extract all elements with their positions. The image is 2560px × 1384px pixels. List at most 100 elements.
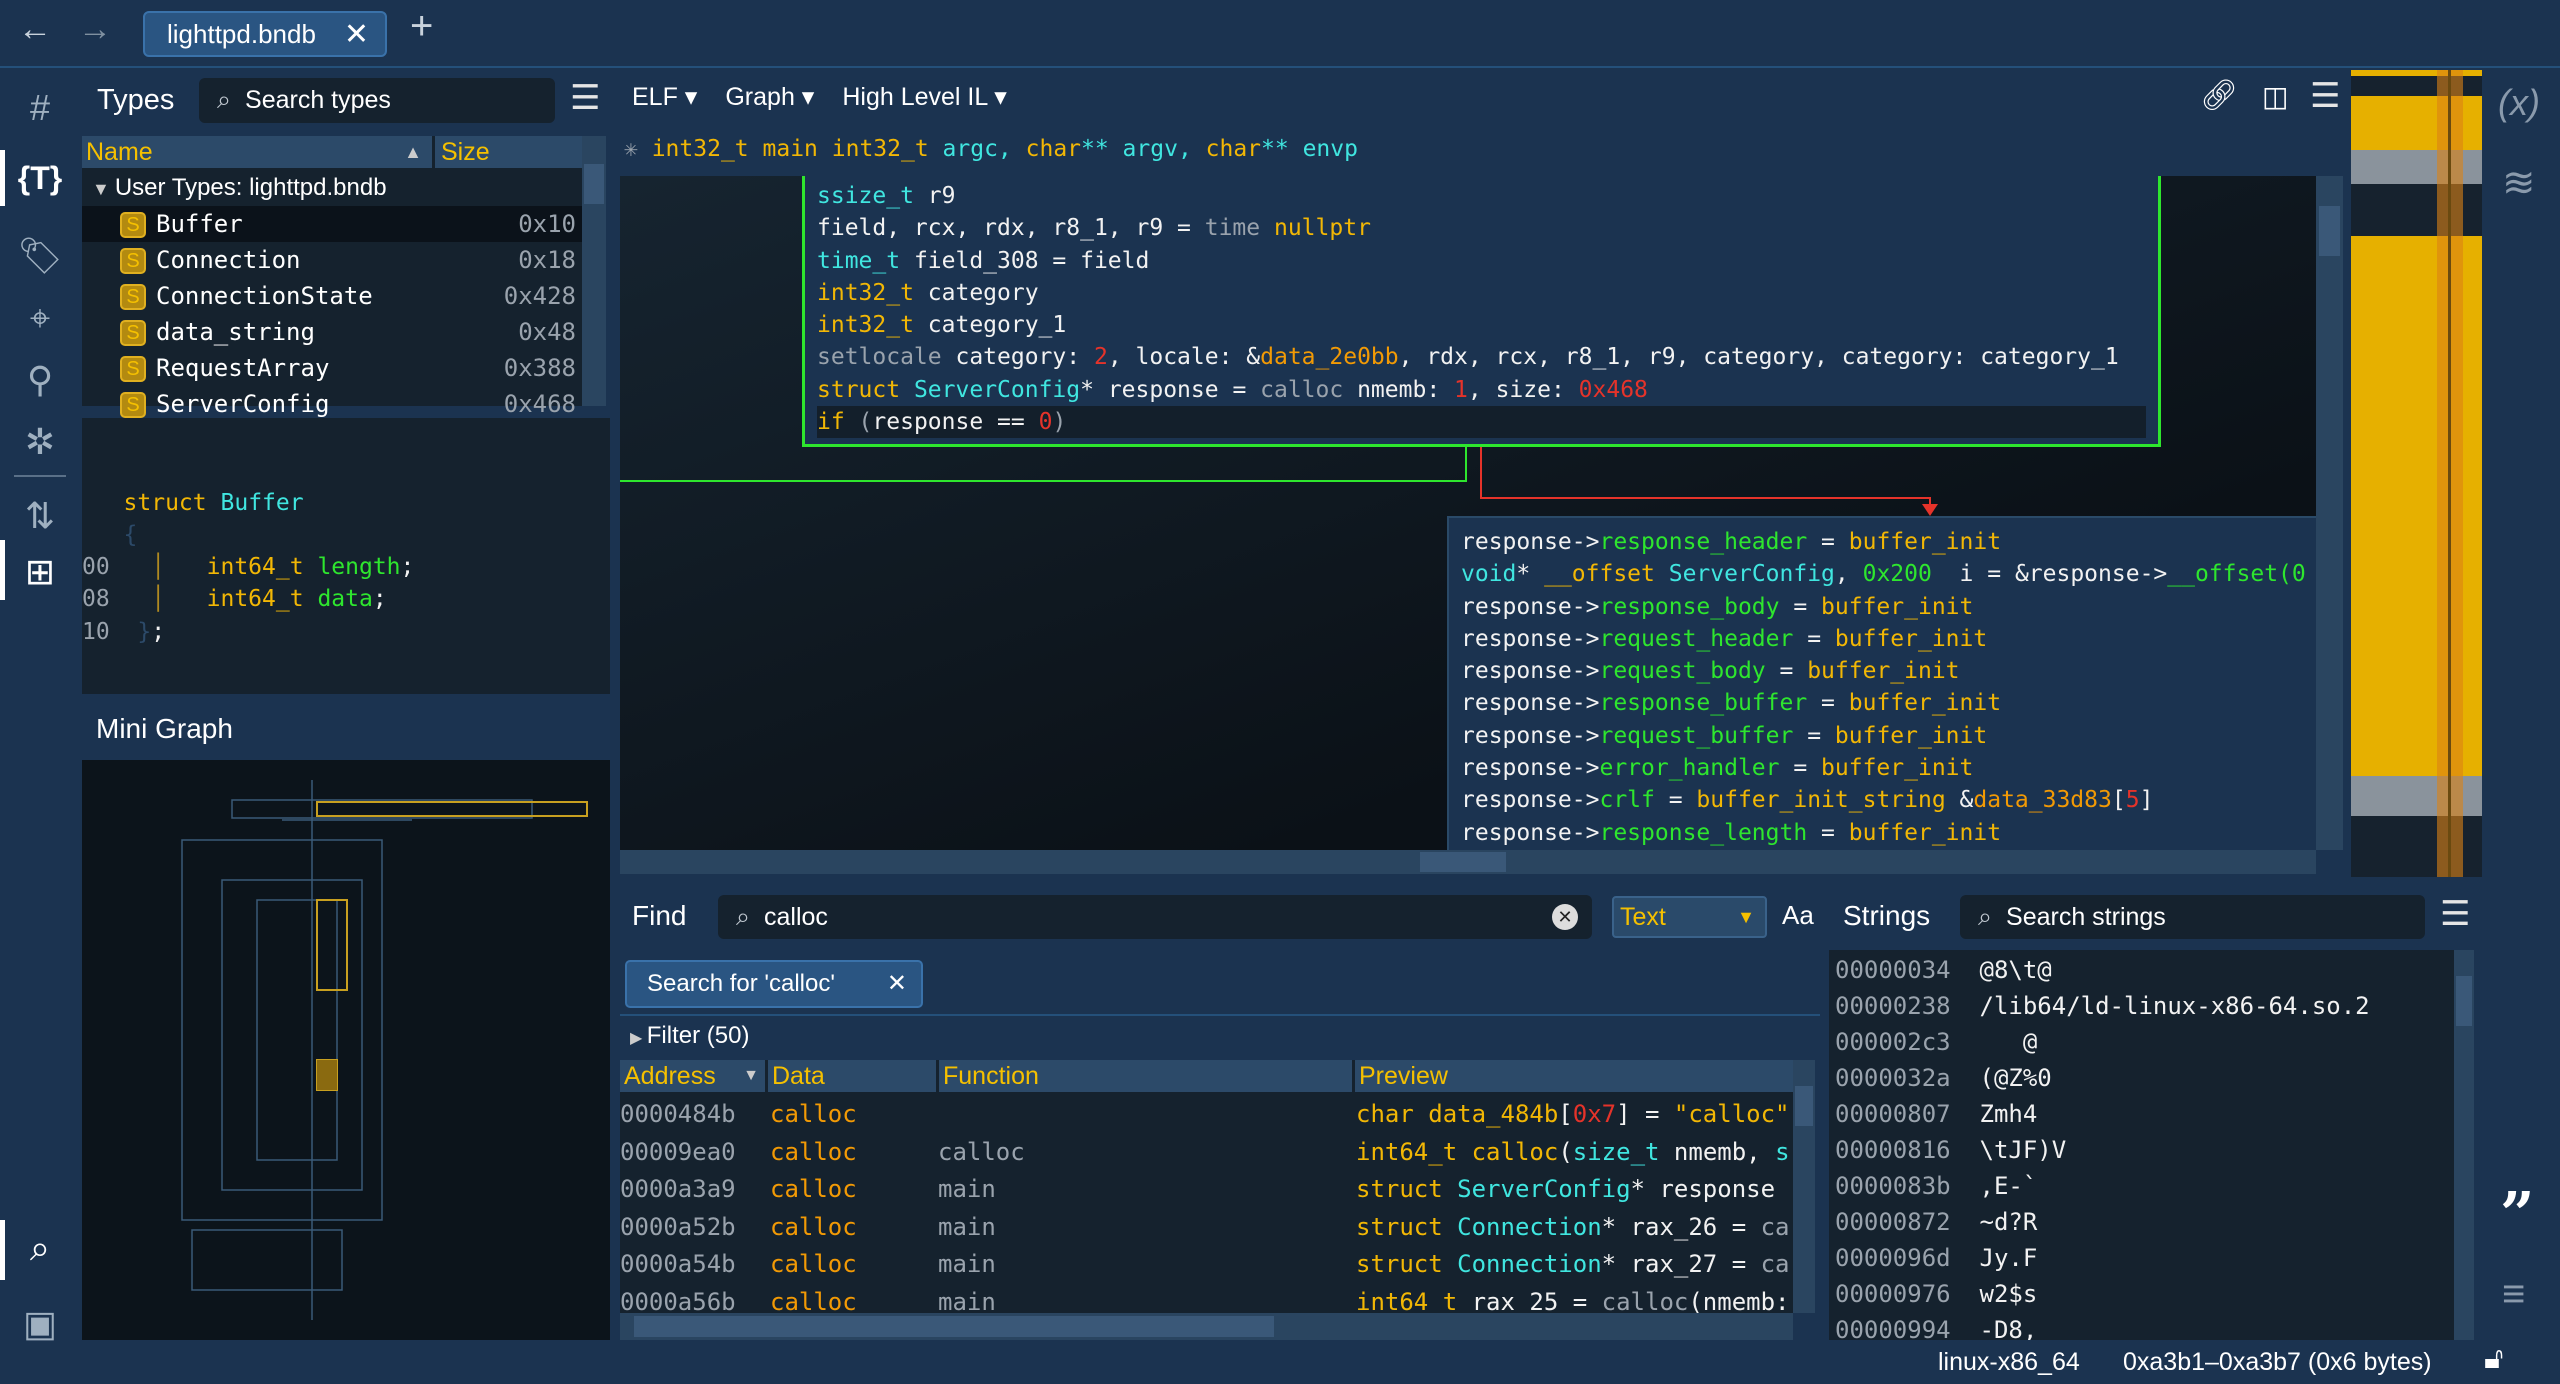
- transfer-icon[interactable]: ⇅: [14, 490, 66, 542]
- column-data[interactable]: Data: [768, 1060, 936, 1092]
- string-row[interactable]: 0000083b ,E-`: [1835, 1168, 2037, 1204]
- code-token: argc,: [928, 136, 1026, 162]
- menu-il[interactable]: High Level IL ▾: [842, 82, 1007, 112]
- struct-field[interactable]: 00 │ int64_t length;: [82, 551, 610, 583]
- string-row[interactable]: 00000872 ~d?R: [1835, 1204, 2037, 1240]
- symbols-icon[interactable]: #: [14, 82, 66, 134]
- types-group[interactable]: ▼ User Types: lighttpd.bndb: [92, 170, 387, 206]
- type-row[interactable]: S RequestArray 0x388: [82, 350, 582, 386]
- overview-bar[interactable]: [2351, 70, 2482, 877]
- find-mode-select[interactable]: Text ▼: [1612, 896, 1767, 938]
- column-name[interactable]: Name ▲: [82, 136, 432, 168]
- lock-icon[interactable]: 🔓︎: [2484, 1342, 2503, 1376]
- string-row[interactable]: 0000096d Jy.F: [1835, 1240, 2037, 1276]
- code-line[interactable]: response->request_header = buffer_init: [1461, 623, 2333, 655]
- mini-graph-canvas[interactable]: [82, 760, 610, 1340]
- view-menu-icon[interactable]: ☰: [2310, 76, 2340, 116]
- code-line[interactable]: response->crlf = buffer_init_string &dat…: [1461, 784, 2333, 816]
- clear-icon[interactable]: ✕: [1552, 904, 1578, 930]
- search-icon[interactable]: ⌕: [14, 1222, 66, 1274]
- types-search-input[interactable]: ⌕ Search types: [199, 78, 555, 123]
- new-tab-button[interactable]: +: [410, 4, 433, 49]
- code-line[interactable]: if (response == 0): [817, 406, 2146, 439]
- string-row[interactable]: 00000807 Zmh4: [1835, 1096, 2037, 1132]
- code-line[interactable]: response->response_header = buffer_init: [1461, 526, 2333, 558]
- code-line[interactable]: time_t field_308 = field: [817, 245, 2146, 277]
- code-line[interactable]: response->response_buffer = buffer_init: [1461, 687, 2333, 719]
- close-chip-icon[interactable]: ✕: [887, 962, 907, 1006]
- graph-nodes-icon[interactable]: ⚲: [14, 354, 66, 406]
- code-line[interactable]: field, rcx, rdx, r8_1, r9 = time nullptr: [817, 212, 2146, 244]
- string-row[interactable]: 0000032a (@Z%0: [1835, 1060, 2052, 1096]
- type-row[interactable]: S ConnectionState 0x428: [82, 278, 582, 314]
- code-line[interactable]: void* __offset ServerConfig, 0x200 i = &…: [1461, 558, 2333, 590]
- struct-icon: S: [120, 212, 146, 238]
- find-input[interactable]: ⌕ calloc ✕: [718, 895, 1592, 939]
- basic-block-2[interactable]: response->response_header = buffer_init v…: [1447, 516, 2343, 850]
- column-function[interactable]: Function: [939, 1060, 1352, 1092]
- strings-search-input[interactable]: ⌕ Search strings: [1960, 895, 2425, 939]
- code-line[interactable]: response->response_length = buffer_init: [1461, 817, 2333, 849]
- split-view-icon[interactable]: ◫: [2262, 80, 2288, 113]
- code-line[interactable]: response->request_body = buffer_init: [1461, 655, 2333, 687]
- types-icon[interactable]: {T}: [14, 152, 66, 204]
- code-line[interactable]: struct ServerConfig* response = calloc n…: [817, 374, 2146, 406]
- debugger-icon[interactable]: ✲: [14, 416, 66, 468]
- case-sensitive-toggle[interactable]: Aa: [1782, 900, 1814, 931]
- types-menu-icon[interactable]: ☰: [570, 78, 600, 118]
- platform-label[interactable]: linux-x86_64: [1938, 1348, 2080, 1377]
- graph-view[interactable]: ssize_t r9 field, rcx, rdx, r8_1, r9 = ti…: [620, 176, 2343, 850]
- strings-menu-icon[interactable]: ☰: [2440, 894, 2470, 934]
- string-row[interactable]: 00000816 \tJF)V: [1835, 1132, 2066, 1168]
- string-row[interactable]: 00000976 w2$s: [1835, 1276, 2037, 1312]
- code-token: Buffer: [220, 489, 304, 516]
- hierarchy-icon[interactable]: ⊞: [14, 546, 66, 598]
- graph-vscroll[interactable]: [2316, 176, 2343, 850]
- string-address: 00000976: [1835, 1280, 1951, 1308]
- find-hscroll[interactable]: [620, 1313, 1793, 1340]
- graph-hscroll[interactable]: [620, 850, 2316, 874]
- type-row[interactable]: S ServerConfig 0x468: [82, 386, 582, 422]
- true-edge: [620, 447, 1467, 482]
- link-icon[interactable]: 🔗︎: [2200, 78, 2238, 113]
- code-line[interactable]: response->response_body = buffer_init: [1461, 591, 2333, 623]
- strings-scrollbar[interactable]: [2454, 950, 2474, 1340]
- filter-toggle[interactable]: ▶ Filter (50): [630, 1022, 749, 1050]
- type-row[interactable]: S Connection 0x18: [82, 242, 582, 278]
- code-line: struct Buffer: [82, 487, 610, 519]
- column-preview[interactable]: Preview: [1355, 1060, 1795, 1092]
- code-line[interactable]: setlocale category: 2, locale: &data_2e0…: [817, 341, 2146, 373]
- layers-icon[interactable]: ≋: [2502, 160, 2536, 206]
- type-row[interactable]: S Buffer 0x10: [82, 206, 582, 242]
- string-row[interactable]: 00000034 @8\t@: [1835, 952, 2052, 988]
- back-button[interactable]: ←: [18, 10, 52, 49]
- forward-button[interactable]: →: [78, 10, 112, 49]
- code-line[interactable]: int32_t category: [817, 277, 2146, 309]
- string-row[interactable]: 00000994 -D8,: [1835, 1312, 2037, 1340]
- types-scrollbar[interactable]: [582, 136, 606, 406]
- find-results-table: Address ▼ Data Function Preview 0000484b c…: [620, 1060, 1815, 1313]
- column-address[interactable]: Address ▼: [620, 1060, 765, 1092]
- text-lines-icon[interactable]: ≡: [2502, 1272, 2525, 1317]
- basic-block-1[interactable]: ssize_t r9 field, rcx, rdx, r8_1, r9 = ti…: [802, 176, 2161, 447]
- find-vscroll[interactable]: [1793, 1060, 1815, 1313]
- code-token: * rax_26 =: [1601, 1212, 1761, 1241]
- code-line[interactable]: int32_t category_1: [817, 309, 2146, 341]
- code-line[interactable]: response->request_buffer = buffer_init: [1461, 720, 2333, 752]
- string-row[interactable]: 000002c3 @: [1835, 1024, 2037, 1060]
- quote-icon[interactable]: ”: [2500, 1180, 2535, 1250]
- type-row[interactable]: Sdata_string 0x48: [82, 314, 582, 350]
- variables-icon[interactable]: (x): [2498, 82, 2540, 124]
- search-result-chip[interactable]: Search for 'calloc' ✕: [625, 960, 923, 1008]
- column-size[interactable]: Size: [435, 136, 582, 168]
- code-line[interactable]: response->error_handler = buffer_init: [1461, 752, 2333, 784]
- menu-graph[interactable]: Graph ▾: [725, 82, 814, 112]
- code-line[interactable]: ssize_t r9: [817, 180, 2146, 212]
- menu-elf[interactable]: ELF ▾: [632, 82, 697, 112]
- struct-field[interactable]: 08 │ int64_t data;: [82, 583, 610, 615]
- tags-icon[interactable]: 🏷︎: [14, 230, 66, 282]
- tab-lighttpd[interactable]: lighttpd.bndb ✕: [143, 11, 387, 57]
- close-tab-icon[interactable]: ✕: [344, 17, 369, 52]
- location-icon[interactable]: ⌖: [14, 292, 66, 344]
- string-row[interactable]: 00000238 /lib64/ld-linux-x86-64.so.2: [1835, 988, 2370, 1024]
